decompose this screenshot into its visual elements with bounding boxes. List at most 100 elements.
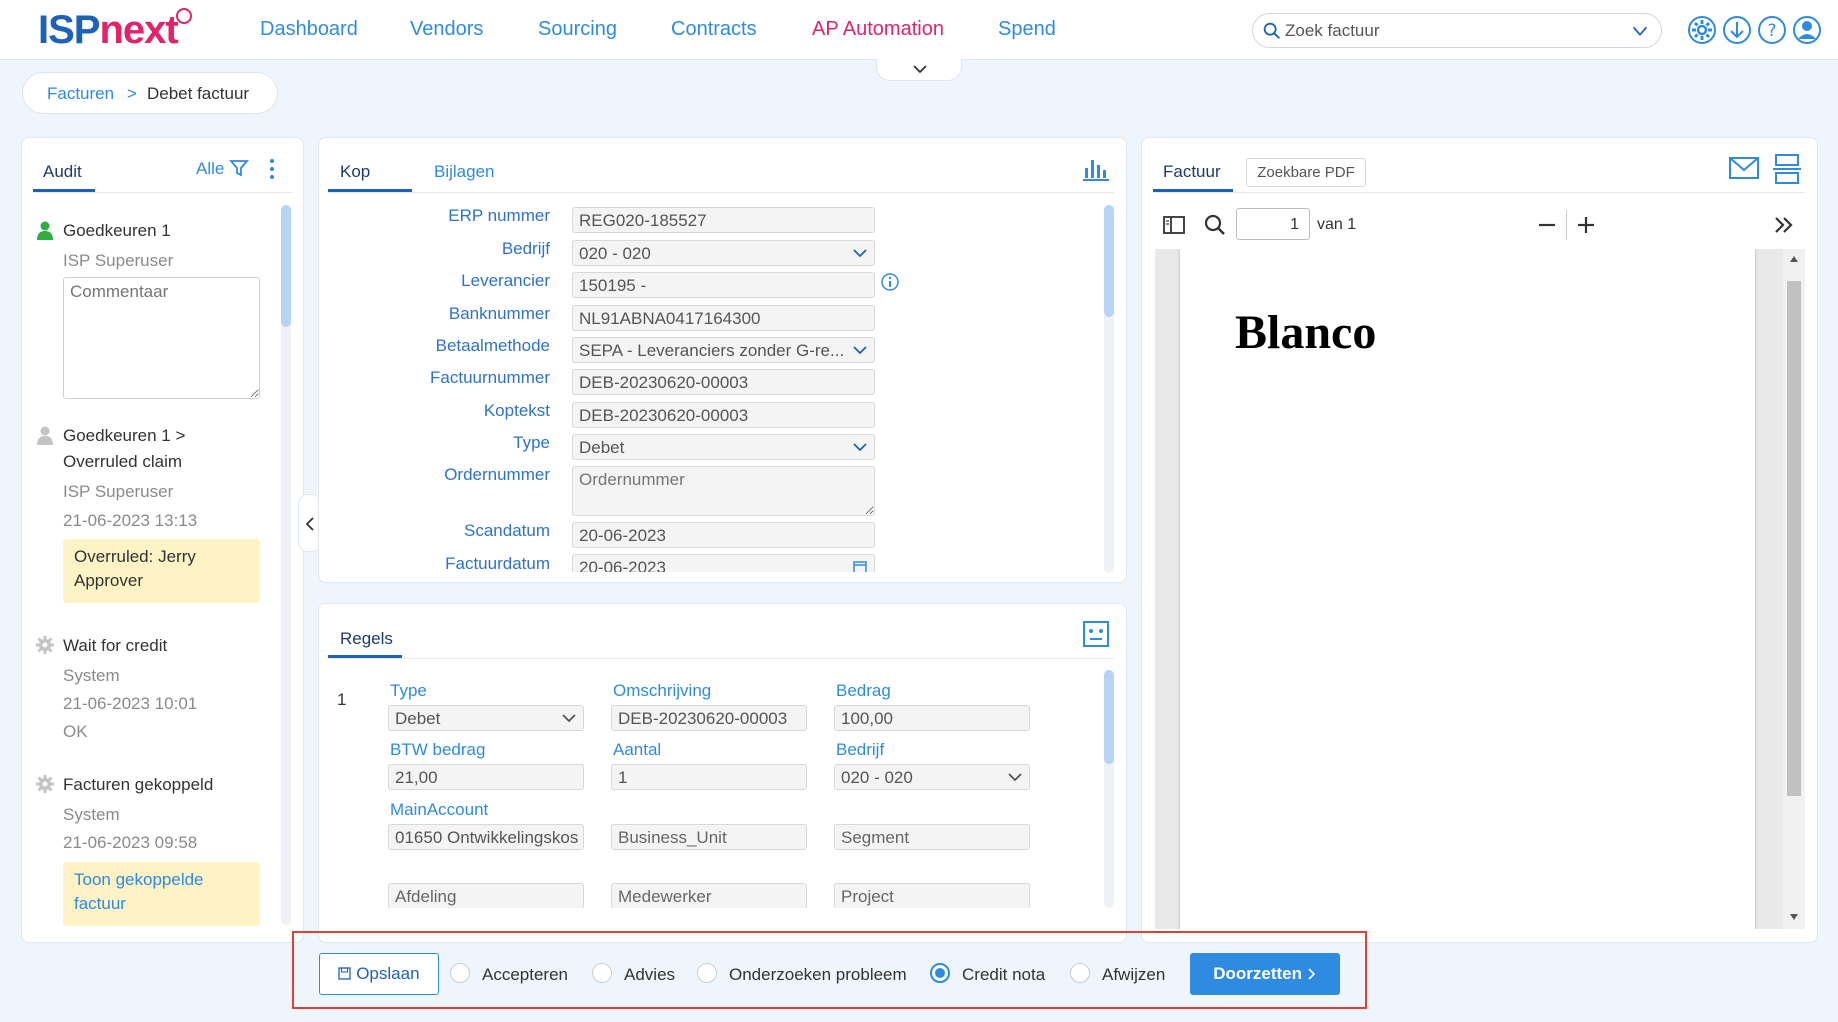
proceed-button[interactable]: Doorzetten	[1190, 953, 1340, 995]
line-number: 1	[337, 690, 347, 709]
business-unit-field[interactable]: Business_Unit	[611, 824, 807, 850]
scroll-down-icon[interactable]	[1789, 913, 1799, 921]
breadcrumb-parent[interactable]: Facturen	[47, 84, 114, 104]
header-collapse-toggle[interactable]	[876, 59, 962, 81]
audit-item-user: ISP Superuser	[63, 251, 174, 270]
label-bedrijf: Bedrijf	[501, 239, 550, 258]
pdf-scrollbar-thumb[interactable]	[1787, 281, 1801, 796]
banknummer-field[interactable]: NL91ABNA0417164300	[572, 305, 875, 331]
nav-vendors[interactable]: Vendors	[410, 18, 483, 41]
pdf-viewport[interactable]: Blanco	[1155, 249, 1805, 929]
svg-text:?: ?	[1767, 21, 1776, 41]
segment-field[interactable]: Segment	[834, 824, 1030, 850]
comment-textarea[interactable]	[63, 277, 260, 399]
email-icon[interactable]	[1728, 155, 1760, 181]
mainaccount-field[interactable]: 01650 Ontwikkelingskos	[388, 824, 584, 850]
line-type-select[interactable]: Debet	[388, 705, 584, 731]
system-gear-icon	[36, 636, 54, 654]
audit-scrollbar-thumb[interactable]	[281, 205, 291, 327]
download-icon[interactable]	[1721, 14, 1753, 46]
pdf-scrollbar[interactable]	[1783, 249, 1805, 929]
label-factuurdatum: Factuurdatum	[445, 554, 550, 572]
bedrijf-select[interactable]: 020 - 020	[572, 240, 875, 266]
label-accepteren[interactable]: Accepteren	[482, 965, 568, 985]
factuurdatum-field[interactable]: 20-06-2023	[572, 554, 875, 572]
label-line-bedrijf: Bedrijf	[836, 740, 885, 759]
tab-kop[interactable]: Kop	[340, 162, 370, 182]
radio-accepteren[interactable]	[450, 963, 470, 983]
audit-item-time: 21-06-2023 13:13	[63, 511, 198, 530]
tab-factuur[interactable]: Factuur	[1163, 162, 1221, 182]
search-input[interactable]	[1285, 19, 1605, 43]
type-select[interactable]: Debet	[572, 434, 875, 460]
label-type: Type	[513, 433, 550, 452]
audit-item-time: 21-06-2023 09:58	[63, 833, 198, 852]
radio-onderzoeken-probleem[interactable]	[697, 963, 717, 983]
scandatum-field[interactable]: 20-06-2023	[572, 522, 875, 548]
tab-audit[interactable]: Audit	[43, 162, 82, 182]
afdeling-field[interactable]: Afdeling	[388, 883, 584, 908]
scroll-up-icon[interactable]	[1789, 255, 1799, 263]
factuurnummer-field[interactable]: DEB-20230620-00003	[572, 369, 875, 395]
lines-scrollbar-thumb[interactable]	[1104, 670, 1114, 764]
zoom-in-icon[interactable]	[1576, 215, 1596, 235]
page-number-input[interactable]: 1	[1236, 208, 1310, 240]
label-afwijzen[interactable]: Afwijzen	[1102, 965, 1165, 985]
leverancier-field[interactable]: 150195 -	[572, 272, 875, 298]
double-chevron-right-icon[interactable]	[1773, 215, 1795, 235]
nav-ap-automation[interactable]: AP Automation	[812, 18, 944, 41]
searchable-pdf-button[interactable]: Zoekbare PDF	[1246, 158, 1366, 187]
linked-invoice-link[interactable]: Toon gekoppelde factuur	[63, 862, 260, 926]
user-approved-icon	[37, 221, 53, 240]
info-icon[interactable]	[880, 272, 900, 292]
scan-icon[interactable]	[1772, 153, 1802, 185]
label-bedrag: Bedrag	[836, 681, 891, 700]
user-account-icon[interactable]	[1791, 14, 1823, 46]
nav-spend[interactable]: Spend	[998, 18, 1056, 41]
chevron-down-icon[interactable]	[1629, 20, 1651, 42]
betaalmethode-select[interactable]: SEPA - Leveranciers zonder G-re...	[572, 337, 875, 363]
nav-contracts[interactable]: Contracts	[671, 18, 757, 41]
medewerker-field[interactable]: Medewerker	[611, 883, 807, 908]
label-banknummer: Banknummer	[448, 304, 550, 323]
filter-label[interactable]: Alle	[196, 159, 224, 179]
radio-credit-nota[interactable]	[930, 963, 950, 983]
logo[interactable]: ISPnext	[38, 8, 179, 53]
lines-clip: Afdeling Medewerker Project	[386, 880, 1046, 908]
audit-item-title-line2: Overruled claim	[63, 452, 183, 471]
btw-bedrag-field[interactable]: 21,00	[388, 764, 584, 790]
aantal-field[interactable]: 1	[611, 764, 807, 790]
radio-afwijzen[interactable]	[1070, 963, 1090, 983]
search-icon[interactable]	[1203, 213, 1227, 237]
save-button[interactable]: Opslaan	[319, 953, 439, 995]
chevron-down-icon	[853, 346, 867, 355]
logo-ring-icon	[176, 8, 192, 24]
bar-chart-icon[interactable]	[1082, 156, 1110, 182]
settings-gear-icon[interactable]	[1686, 14, 1718, 46]
tab-regels[interactable]: Regels	[340, 629, 393, 649]
line-editor-icon[interactable]	[1082, 620, 1110, 648]
omschrijving-field[interactable]: DEB-20230620-00003	[611, 705, 807, 731]
radio-advies[interactable]	[592, 963, 612, 983]
label-advies[interactable]: Advies	[624, 965, 675, 985]
nav-sourcing[interactable]: Sourcing	[538, 18, 617, 41]
more-vertical-icon[interactable]	[268, 157, 276, 181]
system-gear-icon	[36, 775, 54, 793]
label-ordernummer: Ordernummer	[444, 465, 550, 484]
filter-icon[interactable]	[229, 158, 249, 178]
help-icon[interactable]: ?	[1756, 14, 1788, 46]
tab-bijlagen[interactable]: Bijlagen	[434, 162, 495, 182]
label-onderzoeken-probleem[interactable]: Onderzoeken probleem	[729, 965, 907, 985]
zoom-out-icon[interactable]	[1537, 215, 1557, 235]
sidebar-toggle-icon[interactable]	[1163, 215, 1185, 235]
kop-scrollbar-thumb[interactable]	[1104, 205, 1114, 317]
bedrag-field[interactable]: 100,00	[834, 705, 1030, 731]
koptekst-field[interactable]: DEB-20230620-00003	[572, 402, 875, 428]
ordernummer-textarea[interactable]	[572, 466, 875, 516]
line-bedrijf-select[interactable]: 020 - 020	[834, 764, 1030, 790]
audit-item-time: 21-06-2023 10:01	[63, 694, 198, 713]
erp-nummer-field[interactable]: REG020-185527	[572, 207, 875, 233]
label-credit-nota[interactable]: Credit nota	[962, 965, 1045, 985]
project-field[interactable]: Project	[834, 883, 1030, 908]
nav-dashboard[interactable]: Dashboard	[260, 18, 358, 41]
